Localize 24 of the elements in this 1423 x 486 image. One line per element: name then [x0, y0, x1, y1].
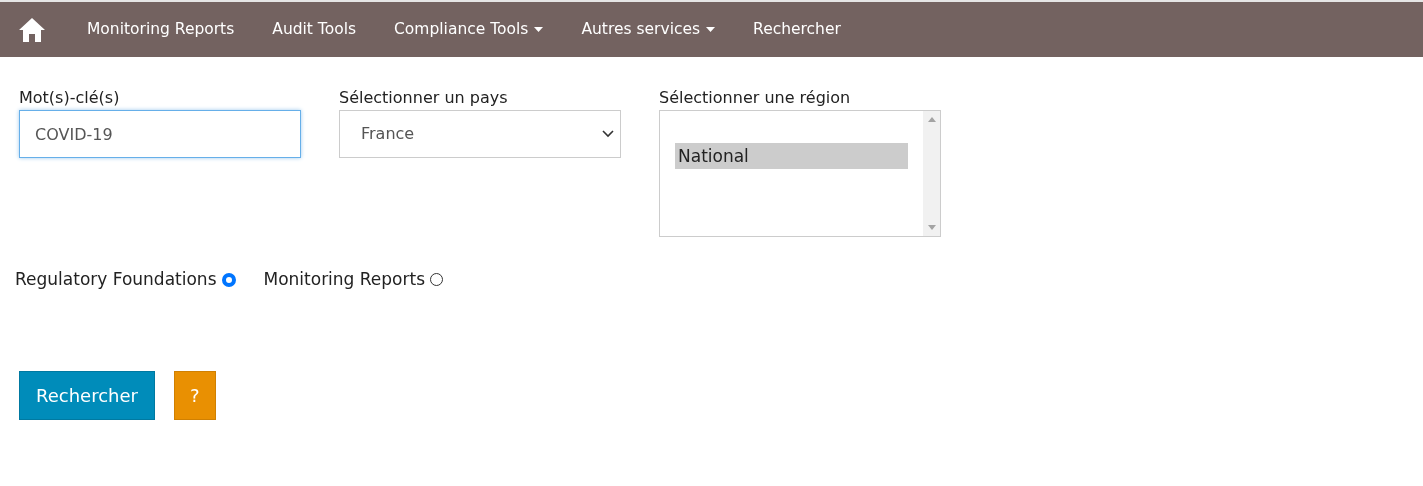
search-button[interactable]: Rechercher [19, 370, 155, 420]
keyword-field[interactable]: COVID-19 [19, 110, 301, 158]
field-label: Sélectionner un pays [339, 87, 509, 109]
radio-label: Regulatory Foundations [15, 268, 217, 291]
nav-link[interactable]: Monitoring Reports [68, 17, 254, 42]
chevron-down-icon [602, 130, 614, 138]
country-select[interactable]: France [339, 110, 621, 158]
region-option[interactable]: National [675, 143, 908, 169]
scroll-down-icon[interactable] [927, 225, 936, 230]
home-icon[interactable] [18, 16, 46, 43]
radio-label: Monitoring Reports [263, 268, 426, 291]
scroll-up-icon[interactable] [927, 117, 936, 122]
radio-button[interactable] [221, 272, 236, 287]
nav-link[interactable]: Compliance Tools [375, 17, 563, 42]
region-listbox[interactable]: National [659, 110, 941, 237]
scrollbar[interactable] [923, 111, 940, 236]
caret-icon [534, 27, 544, 32]
nav-link[interactable]: Autres services [562, 17, 735, 42]
radio-button[interactable] [430, 273, 444, 287]
nav-link[interactable]: Rechercher [734, 17, 860, 42]
field-label: Mot(s)-clé(s) [19, 87, 121, 109]
field-label: Sélectionner une région [659, 87, 852, 109]
caret-icon [706, 27, 716, 32]
nav-link[interactable]: Audit Tools [253, 17, 376, 42]
